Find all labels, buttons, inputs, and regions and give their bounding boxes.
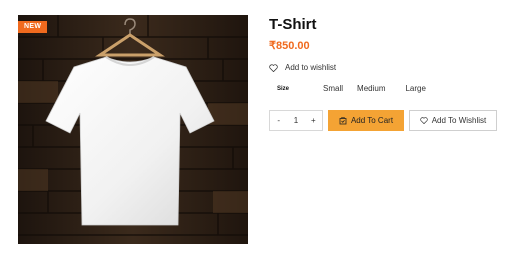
size-label: Size: [277, 85, 290, 92]
add-to-wishlist-label: Add To Wishlist: [431, 116, 487, 125]
size-selector: Size Small Medium Large: [277, 84, 426, 93]
size-option-medium[interactable]: Medium: [357, 84, 385, 93]
tshirt-photo: [18, 15, 248, 244]
wishlist-link-label: Add to wishlist: [285, 63, 337, 72]
add-to-cart-label: Add To Cart: [350, 116, 394, 125]
product-image: [18, 15, 248, 244]
heart-icon: [420, 117, 428, 124]
quantity-decrement-button[interactable]: -: [270, 116, 287, 125]
size-option-small[interactable]: Small: [323, 84, 343, 93]
product-title: T-Shirt: [269, 16, 317, 33]
heart-icon: [269, 63, 278, 72]
quantity-increment-button[interactable]: +: [305, 116, 322, 125]
quantity-value[interactable]: 1: [287, 116, 304, 125]
product-price: ₹850.00: [269, 40, 310, 52]
cart-icon: [339, 116, 347, 124]
new-badge: NEW: [18, 21, 48, 33]
add-to-wishlist-button[interactable]: Add To Wishlist: [409, 110, 497, 131]
add-to-wishlist-link[interactable]: Add to wishlist: [269, 63, 336, 72]
add-to-cart-button[interactable]: Add To Cart: [328, 110, 404, 131]
quantity-stepper: - 1 +: [269, 110, 323, 131]
size-option-large[interactable]: Large: [405, 84, 425, 93]
